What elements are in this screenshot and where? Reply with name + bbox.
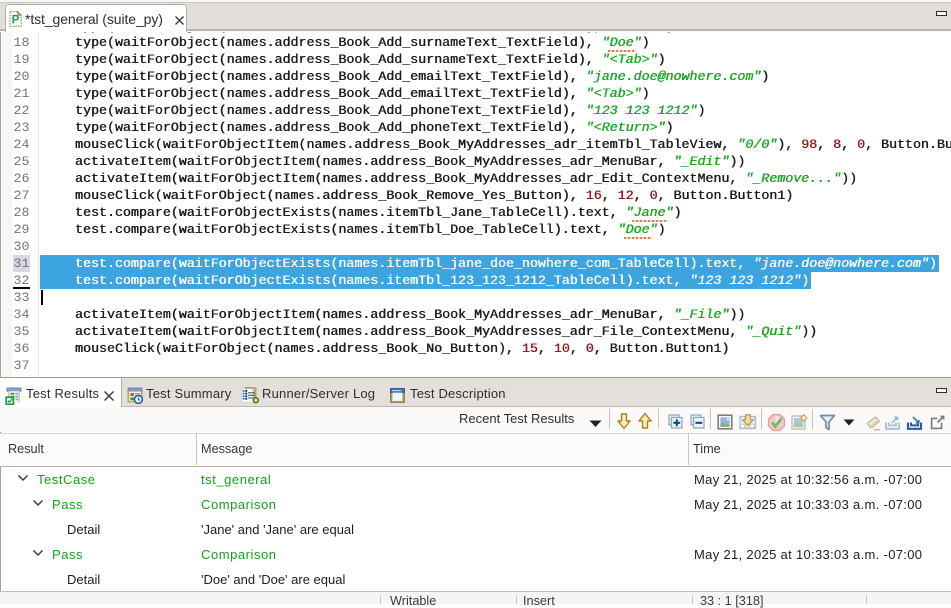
svg-text:P: P [12,15,20,27]
